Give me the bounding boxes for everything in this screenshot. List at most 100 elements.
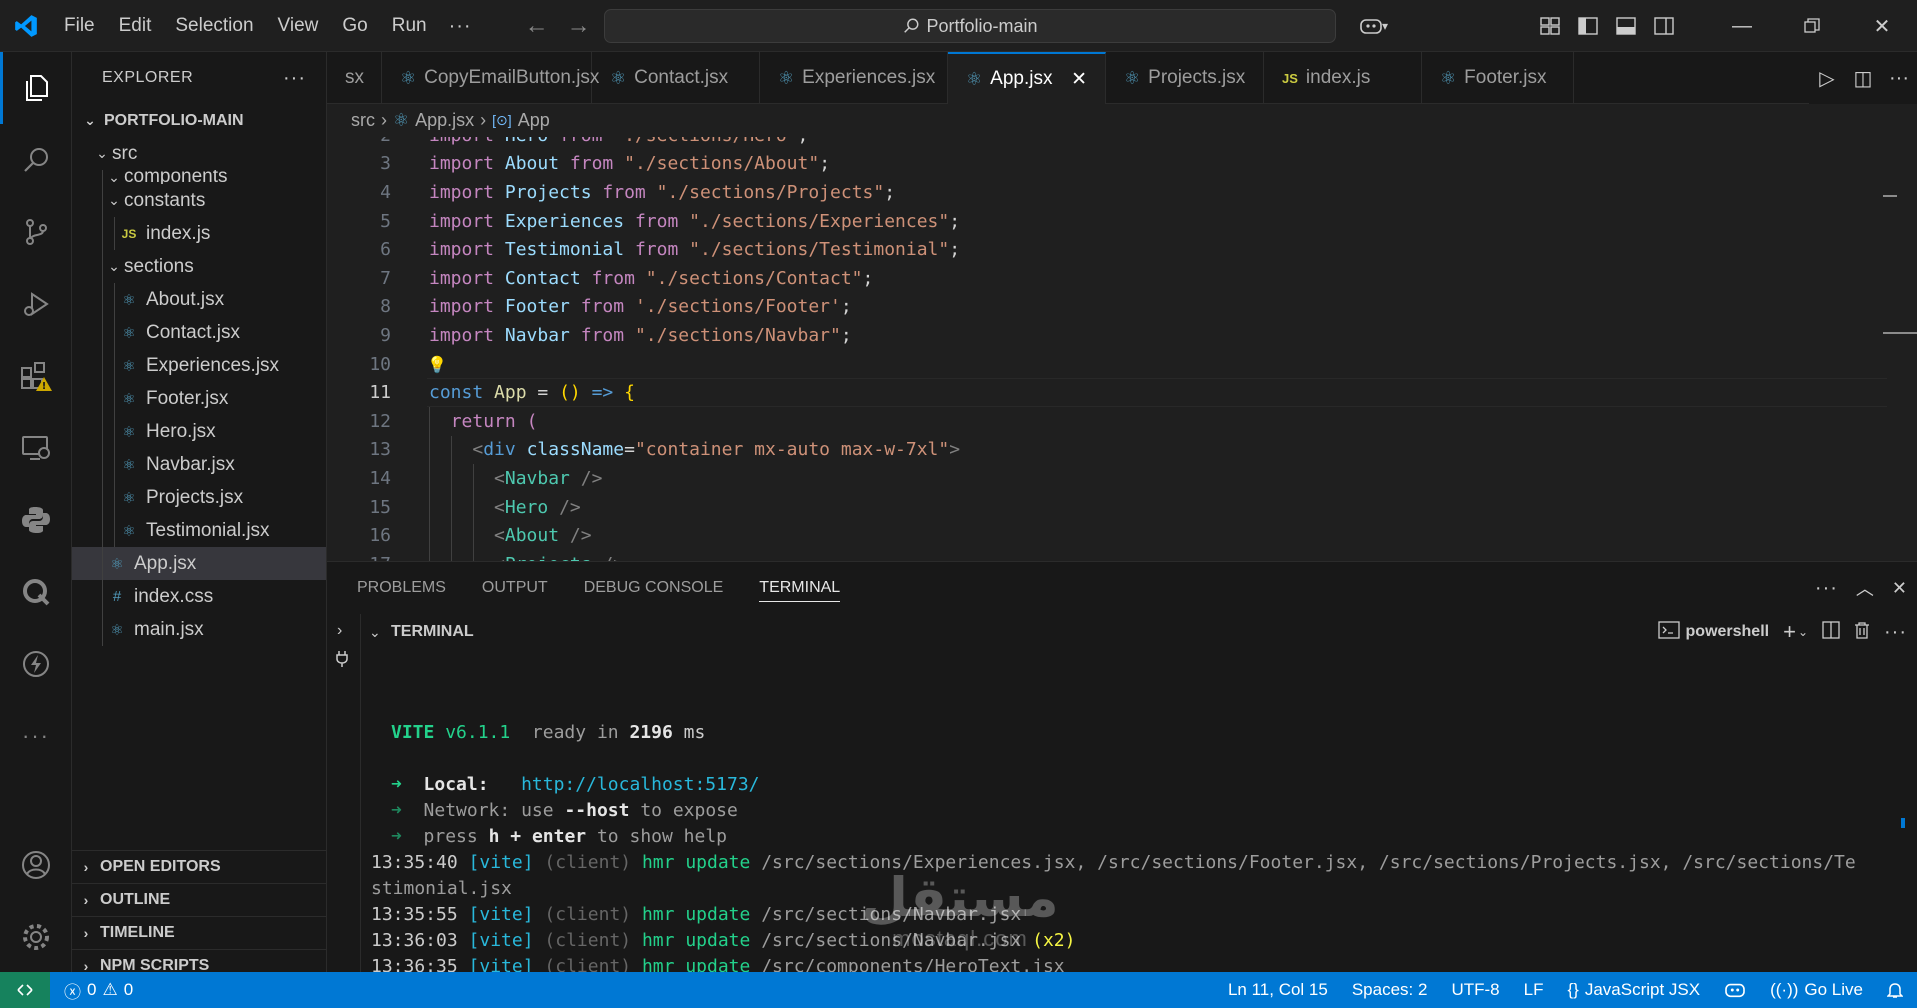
run-icon[interactable]: ▷ bbox=[1809, 66, 1845, 91]
code-editor[interactable]: 2 import Hero from "./sections/Hero"; 3 imp… bbox=[327, 137, 1917, 561]
editor-tab[interactable]: ⚛ App.jsx ✕ bbox=[948, 52, 1106, 104]
search-view-icon[interactable] bbox=[0, 124, 72, 196]
end-of-line[interactable]: LF bbox=[1512, 980, 1556, 1000]
split-editor-icon[interactable]: ◫ bbox=[1845, 66, 1881, 91]
more-views-icon[interactable]: ··· bbox=[0, 700, 72, 772]
extensions-icon[interactable]: ! bbox=[0, 340, 72, 412]
panel-tab-debug-console[interactable]: DEBUG CONSOLE bbox=[584, 579, 724, 597]
explorer-title: EXPLORER bbox=[102, 69, 194, 86]
tree-item[interactable]: ⌄ src bbox=[72, 137, 326, 170]
notifications-bell-icon[interactable] bbox=[1875, 981, 1917, 999]
tree-item[interactable]: ⚛ Hero.jsx bbox=[72, 415, 326, 448]
braces-icon: {} bbox=[1567, 980, 1579, 999]
explorer-icon[interactable] bbox=[0, 52, 72, 124]
panel-more-icon[interactable]: ··· bbox=[1815, 577, 1838, 600]
close-window-icon[interactable]: ✕ bbox=[1847, 0, 1917, 52]
trash-icon[interactable] bbox=[1854, 621, 1870, 644]
remote-indicator[interactable] bbox=[0, 972, 50, 1008]
back-arrow-icon[interactable]: ← bbox=[516, 12, 558, 40]
terminal-more-icon[interactable]: ··· bbox=[1884, 621, 1907, 644]
tree-item[interactable]: ⚛ Testimonial.jsx bbox=[72, 514, 326, 547]
forward-arrow-icon[interactable]: → bbox=[558, 12, 600, 40]
close-panel-icon[interactable]: ✕ bbox=[1892, 578, 1907, 599]
tree-item[interactable]: ⌄ sections bbox=[72, 250, 326, 283]
tree-item[interactable]: # index.css bbox=[72, 580, 326, 613]
tree-item[interactable]: ⚛ Projects.jsx bbox=[72, 481, 326, 514]
editor-tab[interactable]: ⚛ Contact.jsx bbox=[592, 52, 760, 104]
python-icon[interactable] bbox=[0, 484, 72, 556]
restore-icon[interactable] bbox=[1777, 0, 1847, 52]
breadcrumb-file[interactable]: App.jsx bbox=[415, 110, 474, 131]
menu-edit[interactable]: Edit bbox=[107, 0, 164, 52]
tree-item[interactable]: ⚛ Experiences.jsx bbox=[72, 349, 326, 382]
cursor-position[interactable]: Ln 11, Col 15 bbox=[1216, 980, 1340, 1000]
toggle-secondary-sidebar-icon[interactable] bbox=[1645, 0, 1683, 52]
go-live-button[interactable]: ((·)) Go Live bbox=[1758, 980, 1875, 1000]
editor-tab[interactable]: ⚛ Projects.jsx bbox=[1106, 52, 1264, 104]
copilot-status-icon[interactable] bbox=[1712, 981, 1758, 999]
accounts-icon[interactable] bbox=[0, 829, 72, 901]
editor-tab[interactable]: ⚛ Experiences.jsx bbox=[760, 52, 948, 104]
problems-status[interactable]: ⓧ 0 ⚠ 0 bbox=[50, 978, 145, 1003]
editor-tab[interactable]: sx bbox=[327, 52, 382, 104]
tree-item[interactable]: ◆.gitignore bbox=[72, 646, 326, 647]
terminal-output[interactable]: VITE v6.1.1 ready in 2196 ms ➜ Local: ht… bbox=[371, 668, 1871, 980]
plug-icon[interactable] bbox=[335, 650, 349, 673]
menu-file[interactable]: File bbox=[52, 0, 107, 52]
manage-gear-icon[interactable] bbox=[0, 901, 72, 973]
thunder-client-icon[interactable] bbox=[0, 628, 72, 700]
tree-item[interactable]: ⚛ About.jsx bbox=[72, 283, 326, 316]
toggle-sidebar-icon[interactable] bbox=[1569, 0, 1607, 52]
tree-item[interactable]: ⚛ main.jsx bbox=[72, 613, 326, 646]
close-tab-icon[interactable]: ✕ bbox=[1071, 68, 1087, 91]
section-open-editors[interactable]: › OPEN EDITORS bbox=[72, 850, 326, 883]
panel-tab-output[interactable]: OUTPUT bbox=[482, 579, 548, 597]
customize-layout-icon[interactable] bbox=[1531, 0, 1569, 52]
tree-item[interactable]: ⚛ Navbar.jsx bbox=[72, 448, 326, 481]
command-center-search[interactable]: Portfolio-main bbox=[604, 9, 1336, 43]
panel-tab-problems[interactable]: PROBLEMS bbox=[357, 579, 446, 597]
terminal-scrollbar[interactable] bbox=[1897, 668, 1905, 868]
terminal-shell-name[interactable]: powershell bbox=[1686, 623, 1770, 641]
editor-tab[interactable]: JS index.js bbox=[1264, 52, 1422, 104]
section-outline[interactable]: › OUTLINE bbox=[72, 883, 326, 916]
project-root[interactable]: ⌄ PORTFOLIO-MAIN bbox=[72, 104, 326, 137]
menu-go[interactable]: Go bbox=[330, 0, 379, 52]
tree-item[interactable]: ⚛ Contact.jsx bbox=[72, 316, 326, 349]
chevron-down-icon[interactable]: ⌄ bbox=[1798, 625, 1808, 639]
tree-item[interactable]: ⚛ Footer.jsx bbox=[72, 382, 326, 415]
remote-explorer-icon[interactable] bbox=[0, 412, 72, 484]
panel-tab-terminal[interactable]: TERMINAL bbox=[759, 574, 841, 602]
more-actions-icon[interactable]: ··· bbox=[1881, 67, 1917, 90]
editor-tab[interactable]: ⚛ Footer.jsx bbox=[1422, 52, 1574, 104]
local-url-link[interactable]: http://localhost:5173/ bbox=[521, 774, 759, 795]
menu-run[interactable]: Run bbox=[380, 0, 439, 52]
copilot-button[interactable]: ▾ bbox=[1352, 0, 1388, 52]
section-npm-scripts[interactable]: › NPM SCRIPTS bbox=[72, 949, 326, 972]
tree-item[interactable]: JS index.js bbox=[72, 217, 326, 250]
toggle-panel-icon[interactable] bbox=[1607, 0, 1645, 52]
quokka-icon[interactable] bbox=[0, 556, 72, 628]
minimize-icon[interactable]: — bbox=[1707, 0, 1777, 52]
indentation[interactable]: Spaces: 2 bbox=[1340, 980, 1440, 1000]
source-control-icon[interactable] bbox=[0, 196, 72, 268]
explorer-more-button[interactable]: ··· bbox=[283, 67, 306, 90]
run-debug-icon[interactable] bbox=[0, 268, 72, 340]
new-terminal-icon[interactable]: + bbox=[1783, 619, 1796, 645]
section-timeline[interactable]: › TIMELINE bbox=[72, 916, 326, 949]
chevron-down-icon[interactable]: ⌄ bbox=[369, 624, 381, 641]
lightbulb-icon[interactable]: 💡 bbox=[427, 355, 447, 374]
tree-item[interactable]: ⌄ components bbox=[72, 170, 326, 184]
breadcrumb-folder[interactable]: src bbox=[351, 110, 375, 131]
menu-more-button[interactable]: ··· bbox=[439, 0, 482, 52]
split-terminal-icon[interactable] bbox=[1822, 620, 1840, 644]
breadcrumb-symbol[interactable]: App bbox=[518, 110, 550, 131]
tree-item[interactable]: ⚛ App.jsx bbox=[72, 547, 326, 580]
language-mode[interactable]: {} JavaScript JSX bbox=[1555, 980, 1712, 1000]
editor-tab[interactable]: ⚛ CopyEmailButton.jsx bbox=[382, 52, 599, 104]
tree-item[interactable]: ⌄ constants bbox=[72, 184, 326, 217]
menu-selection[interactable]: Selection bbox=[163, 0, 265, 52]
maximize-panel-icon[interactable]: ︿ bbox=[1856, 575, 1874, 601]
menu-view[interactable]: View bbox=[266, 0, 331, 52]
encoding[interactable]: UTF-8 bbox=[1439, 980, 1511, 1000]
